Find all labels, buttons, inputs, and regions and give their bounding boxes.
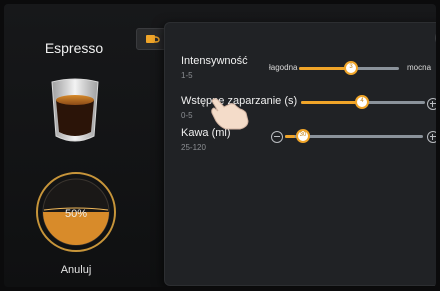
preinfusion-value: 4 <box>360 98 364 104</box>
intensity-label: Intensywność <box>181 55 248 67</box>
intensity-slider[interactable]: 3 <box>299 59 399 79</box>
progress-percent-label: 50% <box>64 208 88 220</box>
coffee-volume-slider[interactable]: 30 <box>285 127 423 147</box>
coffee-volume-minus-button[interactable] <box>271 131 283 143</box>
preinfusion-range: 0-5 <box>181 111 193 120</box>
coffee-volume-plus-button[interactable] <box>427 131 436 143</box>
drink-title: Espresso <box>44 40 104 56</box>
close-icon <box>435 29 436 47</box>
intensity-range: 1-5 <box>181 71 193 80</box>
cancel-button[interactable]: Anuluj <box>34 264 118 276</box>
intensity-max-label: mocna <box>407 63 432 72</box>
coffee-cup-icon <box>146 35 160 43</box>
coffee-volume-range: 25-120 <box>181 143 206 152</box>
preinfusion-slider[interactable]: 4 <box>301 93 425 113</box>
preinfusion-plus-button[interactable] <box>427 98 436 110</box>
brew-status-pane: Espresso 50% Anuluj <box>4 4 154 287</box>
coffee-volume-value: 30 <box>299 132 307 138</box>
coffee-machine-screen: Espresso 50% Anuluj Intensywność 1-5 łag… <box>4 4 436 287</box>
intensity-min-label: łagodna <box>269 63 298 72</box>
hand-pointer-icon <box>211 98 249 130</box>
preinfusion-fill <box>301 101 361 104</box>
coffee-volume-fill <box>285 135 295 138</box>
intensity-value: 3 <box>349 64 353 70</box>
espresso-cup-icon <box>51 78 99 142</box>
close-button[interactable] <box>435 29 436 47</box>
settings-tab[interactable] <box>136 28 166 50</box>
brew-settings-panel: Intensywność 1-5 łagodna 3 mocna Wstępne… <box>164 22 436 286</box>
